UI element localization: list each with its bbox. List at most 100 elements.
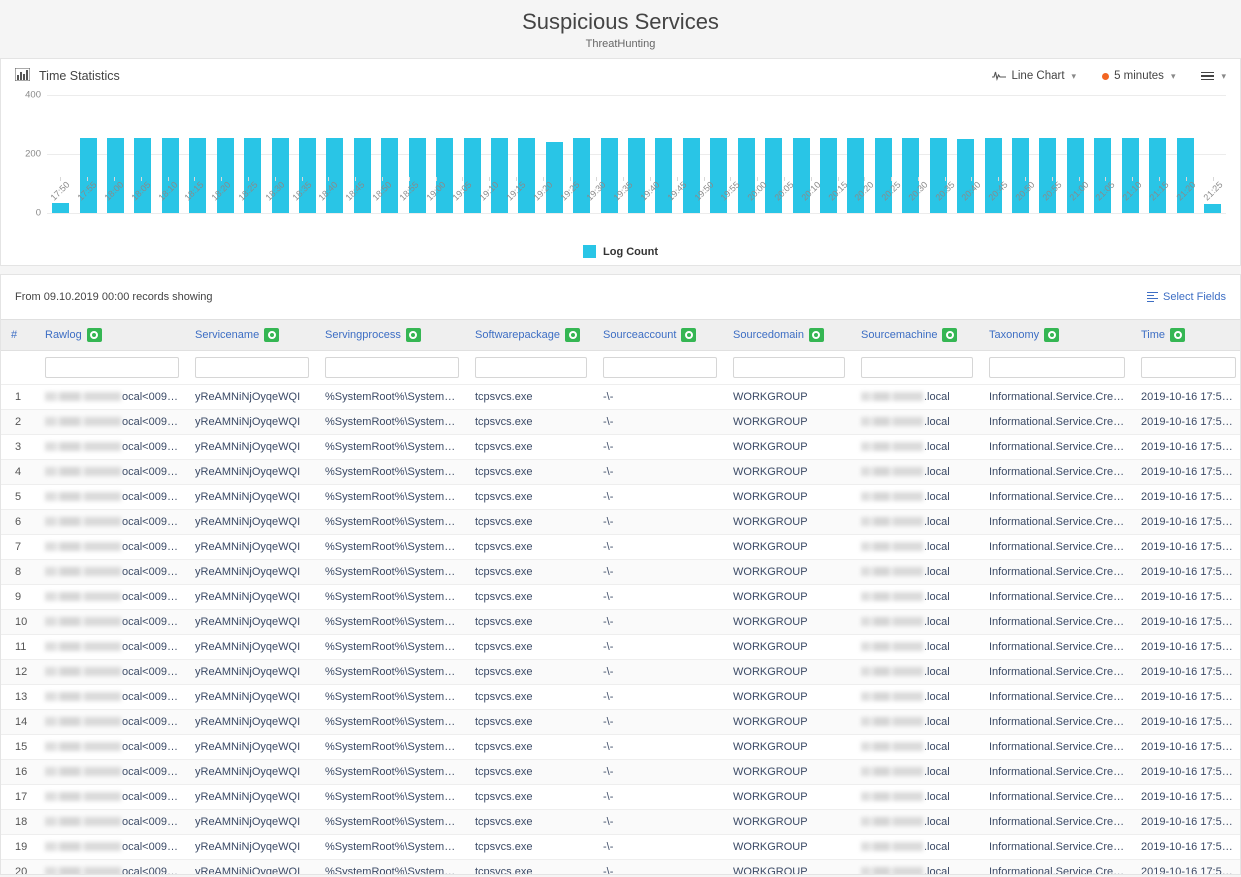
column-header-servicename[interactable]: Servicename — [185, 320, 315, 351]
legend-label-log-count: Log Count — [603, 246, 658, 258]
cell-rawlog: ocal<009>… — [35, 385, 185, 410]
chart-toolbar: Time Statistics Line Chart ▾ 5 minutes ▾ — [1, 59, 1240, 93]
table-row[interactable]: 10ocal<009>…yReAMNiNjOyqeWQI%SystemRoot%… — [1, 610, 1241, 635]
indexed-field-badge-icon[interactable] — [264, 328, 279, 342]
filter-input-sourcedomain[interactable] — [733, 357, 845, 378]
filter-cell-num — [1, 351, 35, 385]
interval-selector[interactable]: 5 minutes ▾ — [1102, 70, 1175, 82]
filter-input-servingprocess[interactable] — [325, 357, 459, 378]
indexed-field-badge-icon[interactable] — [87, 328, 102, 342]
indexed-field-badge-icon[interactable] — [1044, 328, 1059, 342]
x-tick-label: 20:40 — [960, 180, 983, 203]
x-tick-mark — [570, 177, 571, 181]
filter-input-sourcemachine[interactable] — [861, 357, 973, 378]
table-row[interactable]: 15ocal<009>…yReAMNiNjOyqeWQI%SystemRoot%… — [1, 735, 1241, 760]
table-row[interactable]: 5ocal<009>…yReAMNiNjOyqeWQI%SystemRoot%\… — [1, 485, 1241, 510]
indexed-field-badge-icon[interactable] — [565, 328, 580, 342]
chart-toolbar-controls: Line Chart ▾ 5 minutes ▾ ▾ — [992, 69, 1226, 84]
table-row[interactable]: 13ocal<009>…yReAMNiNjOyqeWQI%SystemRoot%… — [1, 685, 1241, 710]
table-row[interactable]: 16ocal<009>…yReAMNiNjOyqeWQI%SystemRoot%… — [1, 760, 1241, 785]
table-row[interactable]: 17ocal<009>…yReAMNiNjOyqeWQI%SystemRoot%… — [1, 785, 1241, 810]
table-row[interactable]: 19ocal<009>…yReAMNiNjOyqeWQI%SystemRoot%… — [1, 835, 1241, 860]
chart-panel-title: Time Statistics — [15, 68, 120, 84]
table-row[interactable]: 14ocal<009>…yReAMNiNjOyqeWQI%SystemRoot%… — [1, 710, 1241, 735]
cell-num: 20 — [1, 860, 35, 876]
x-tick-label: 18:10 — [156, 180, 179, 203]
indexed-field-badge-icon[interactable] — [1170, 328, 1185, 342]
redacted-text — [45, 642, 121, 651]
cell-num: 2 — [1, 410, 35, 435]
redacted-text — [861, 717, 923, 726]
table-row[interactable]: 4ocal<009>…yReAMNiNjOyqeWQI%SystemRoot%\… — [1, 460, 1241, 485]
cell-taxonomy: Informational.Service.Creat… — [979, 535, 1131, 560]
indexed-field-badge-icon[interactable] — [681, 328, 696, 342]
chart-type-selector[interactable]: Line Chart ▾ — [992, 69, 1076, 84]
table-row[interactable]: 7ocal<009>…yReAMNiNjOyqeWQI%SystemRoot%\… — [1, 535, 1241, 560]
x-tick-label: 18:50 — [370, 180, 393, 203]
table-body: 1ocal<009>…yReAMNiNjOyqeWQI%SystemRoot%\… — [1, 385, 1241, 876]
column-header-time[interactable]: Time — [1131, 320, 1241, 351]
cell-time: 2019-10-16 17:54:12 — [1131, 410, 1241, 435]
table-row[interactable]: 12ocal<009>…yReAMNiNjOyqeWQI%SystemRoot%… — [1, 660, 1241, 685]
cell-sourcedomain: WORKGROUP — [723, 810, 851, 835]
column-header-sourcemachine[interactable]: Sourcemachine — [851, 320, 979, 351]
filter-input-taxonomy[interactable] — [989, 357, 1125, 378]
x-tick-label: 19:50 — [692, 180, 715, 203]
redacted-text — [861, 742, 923, 751]
table-row[interactable]: 9ocal<009>…yReAMNiNjOyqeWQI%SystemRoot%\… — [1, 585, 1241, 610]
column-header-taxonomy[interactable]: Taxonomy — [979, 320, 1131, 351]
cell-sourceaccount: -\- — [593, 660, 723, 685]
column-header-sourcedomain[interactable]: Sourcedomain — [723, 320, 851, 351]
table-row[interactable]: 20ocal<009>…yReAMNiNjOyqeWQI%SystemRoot%… — [1, 860, 1241, 876]
table-row[interactable]: 6ocal<009>…yReAMNiNjOyqeWQI%SystemRoot%\… — [1, 510, 1241, 535]
x-tick-mark — [650, 177, 651, 181]
x-tick-mark — [489, 177, 490, 181]
cell-softwarepackage: tcpsvcs.exe — [465, 435, 593, 460]
indexed-field-badge-icon[interactable] — [406, 328, 421, 342]
cell-sourcedomain: WORKGROUP — [723, 635, 851, 660]
x-tick-mark — [623, 177, 624, 181]
table-row[interactable]: 8ocal<009>…yReAMNiNjOyqeWQI%SystemRoot%\… — [1, 560, 1241, 585]
filter-input-softwarepackage[interactable] — [475, 357, 587, 378]
chevron-down-icon: ▾ — [1072, 71, 1077, 82]
filter-input-sourceaccount[interactable] — [603, 357, 717, 378]
redacted-text — [861, 792, 923, 801]
y-tick-label: 0 — [36, 208, 41, 219]
column-header-servingprocess[interactable]: Servingprocess — [315, 320, 465, 351]
cell-text: ocal<009>… — [122, 616, 184, 628]
cell-text: .local — [924, 641, 950, 653]
table-row[interactable]: 18ocal<009>…yReAMNiNjOyqeWQI%SystemRoot%… — [1, 810, 1241, 835]
x-tick-label: 20:20 — [853, 180, 876, 203]
table-row[interactable]: 1ocal<009>…yReAMNiNjOyqeWQI%SystemRoot%\… — [1, 385, 1241, 410]
chart-menu-button[interactable]: ▾ — [1201, 71, 1226, 82]
table-row[interactable]: 11ocal<009>…yReAMNiNjOyqeWQI%SystemRoot%… — [1, 635, 1241, 660]
column-header-sourceaccount[interactable]: Sourceaccount — [593, 320, 723, 351]
cell-servingprocess: %SystemRoot%\System32\… — [315, 610, 465, 635]
cell-sourcedomain: WORKGROUP — [723, 785, 851, 810]
indexed-field-badge-icon[interactable] — [942, 328, 957, 342]
table-row[interactable]: 3ocal<009>…yReAMNiNjOyqeWQI%SystemRoot%\… — [1, 435, 1241, 460]
column-header-num[interactable]: # — [1, 320, 35, 351]
table-row[interactable]: 2ocal<009>…yReAMNiNjOyqeWQI%SystemRoot%\… — [1, 410, 1241, 435]
column-header-rawlog[interactable]: Rawlog — [35, 320, 185, 351]
cell-sourcemachine: .local — [851, 510, 979, 535]
indexed-field-badge-icon[interactable] — [809, 328, 824, 342]
cell-softwarepackage: tcpsvcs.exe — [465, 635, 593, 660]
cell-sourceaccount: -\- — [593, 510, 723, 535]
x-tick: 20:45 — [985, 177, 1012, 219]
cell-sourceaccount: -\- — [593, 560, 723, 585]
column-header-softwarepackage[interactable]: Softwarepackage — [465, 320, 593, 351]
redacted-text — [45, 542, 121, 551]
cell-softwarepackage: tcpsvcs.exe — [465, 485, 593, 510]
x-tick-mark — [1159, 177, 1160, 181]
cell-taxonomy: Informational.Service.Creat… — [979, 460, 1131, 485]
cell-softwarepackage: tcpsvcs.exe — [465, 710, 593, 735]
filter-input-servicename[interactable] — [195, 357, 309, 378]
cell-sourcemachine: .local — [851, 435, 979, 460]
filter-input-time[interactable] — [1141, 357, 1236, 378]
column-header-label: Servingprocess — [325, 329, 401, 341]
redacted-text — [861, 567, 923, 576]
x-tick: 17:55 — [74, 177, 101, 219]
select-fields-button[interactable]: Select Fields — [1147, 291, 1226, 303]
filter-input-rawlog[interactable] — [45, 357, 179, 378]
